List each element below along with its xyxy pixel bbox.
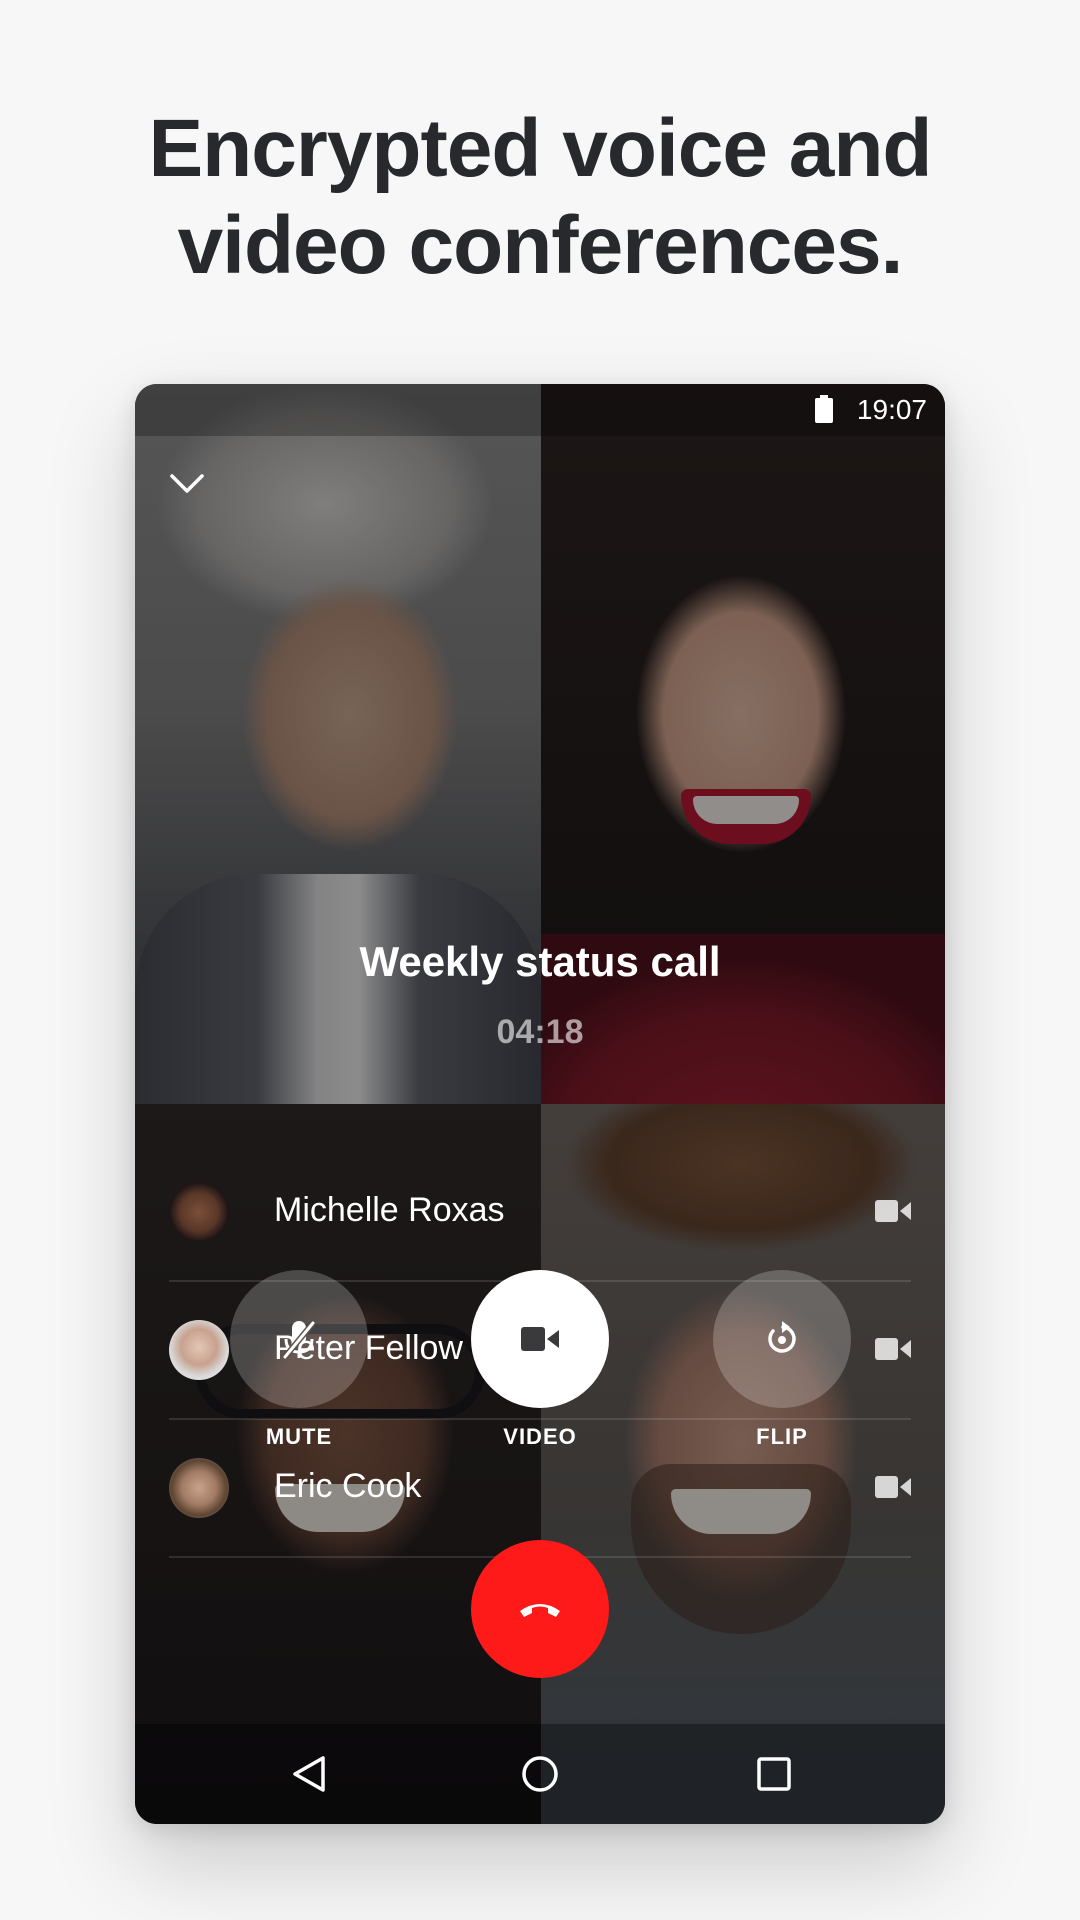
mute-label: MUTE bbox=[265, 1424, 333, 1449]
flip-camera-button[interactable] bbox=[713, 1270, 851, 1408]
video-camera-icon bbox=[875, 1476, 911, 1498]
home-circle-icon bbox=[522, 1756, 558, 1792]
video-label: VIDEO bbox=[503, 1424, 577, 1449]
chevron-down-icon bbox=[170, 474, 204, 493]
avatar-peter bbox=[169, 1320, 229, 1380]
participant-name: Michelle Roxas bbox=[274, 1191, 505, 1229]
participant-row[interactable]: Michelle Roxas bbox=[169, 1144, 911, 1282]
battery-full-icon bbox=[815, 395, 833, 423]
collapse-button[interactable] bbox=[163, 460, 211, 508]
back-button[interactable] bbox=[283, 1748, 335, 1800]
status-time: 19:07 bbox=[856, 394, 927, 425]
video-camera-icon bbox=[521, 1327, 559, 1351]
video-toggle-button[interactable] bbox=[471, 1270, 609, 1408]
avatar-michelle bbox=[169, 1182, 229, 1242]
hang-up-button[interactable] bbox=[471, 1540, 609, 1678]
headline-line-2: video conferences. bbox=[177, 200, 904, 291]
rotate-camera-icon bbox=[768, 1321, 796, 1353]
status-bar: 19:07 bbox=[135, 384, 945, 436]
mute-button[interactable] bbox=[230, 1270, 368, 1408]
microphone-off-icon bbox=[282, 1321, 316, 1359]
recents-button[interactable] bbox=[748, 1748, 800, 1800]
participant-name: Eric Cook bbox=[274, 1467, 422, 1505]
avatar-eric bbox=[169, 1458, 229, 1518]
headline: Encrypted voice and video conferences. bbox=[0, 100, 1080, 294]
recents-square-icon bbox=[757, 1757, 791, 1791]
call-timer: 04:18 bbox=[496, 1013, 584, 1051]
flip-label: FLIP bbox=[756, 1424, 808, 1449]
phone-screen: 19:07 Weekly status call 04:18 Michelle … bbox=[135, 384, 945, 1824]
video-camera-icon bbox=[875, 1338, 911, 1360]
call-title: Weekly status call bbox=[359, 938, 721, 985]
navigation-bar bbox=[135, 1724, 945, 1824]
home-button[interactable] bbox=[514, 1748, 566, 1800]
video-camera-icon bbox=[875, 1200, 911, 1222]
headline-line-1: Encrypted voice and bbox=[148, 103, 932, 194]
back-triangle-icon bbox=[293, 1756, 325, 1792]
phone-hangup-icon bbox=[520, 1604, 560, 1617]
